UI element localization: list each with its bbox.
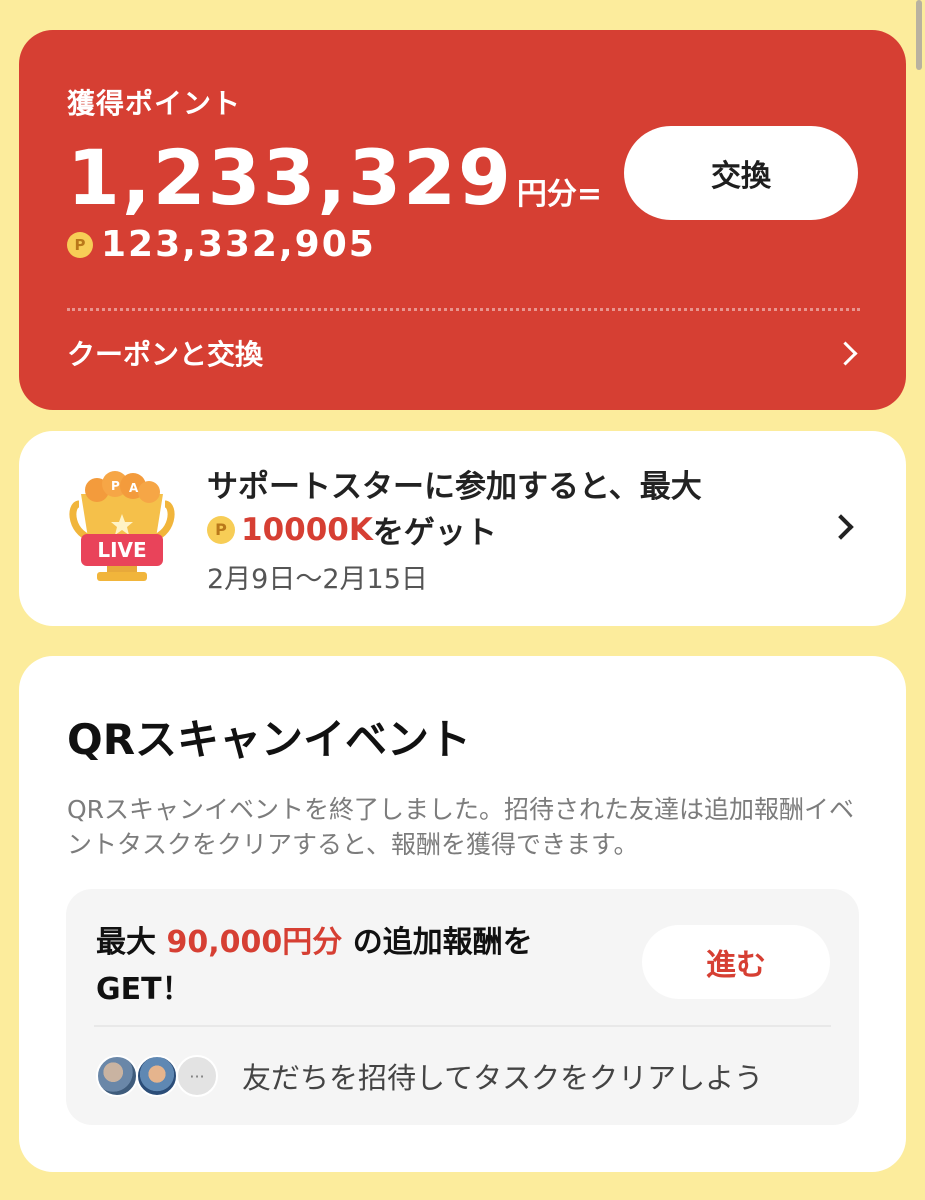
live-event-date: 2月9日〜2月15日	[207, 564, 428, 595]
qr-event-description: QRスキャンイベントを終了しました。招待された友達は追加報酬イベントタスクをクリ…	[67, 795, 855, 859]
dotted-divider	[67, 308, 860, 311]
invite-text: 友だちを招待してタスクをクリアしよう	[242, 1061, 764, 1095]
points-title: 獲得ポイント	[67, 87, 242, 120]
invite-friends-row[interactable]: ··· 友だちを招待してタスクをクリアしよう	[96, 1055, 763, 1097]
point-coin-icon: P	[67, 231, 93, 258]
reward-amount: 90,000円分	[166, 925, 343, 960]
points-yen-unit: 円分=	[516, 177, 603, 212]
points-card: 獲得ポイント 1,233,329 円分= P 123,332,905 交換 クー…	[19, 30, 906, 410]
reward-suffix: の追加報酬を	[352, 925, 533, 960]
qr-event-card: QRスキャンイベント QRスキャンイベントを終了しました。招待された友達は追加報…	[19, 656, 906, 1172]
go-button[interactable]: 進む	[642, 925, 830, 999]
chevron-right-icon	[833, 340, 858, 366]
avatar	[136, 1055, 178, 1097]
live-badge: LIVE	[97, 538, 146, 562]
reward-prefix: 最大	[96, 925, 156, 960]
trophy-live-icon: P A LIVE	[69, 471, 175, 581]
coupon-exchange-label: クーポンと交換	[67, 338, 264, 371]
points-yen-value: 1,233,329	[67, 133, 513, 222]
svg-text:P: P	[111, 479, 120, 493]
reward-text: 最大 90,000円分 の追加報酬を GET！	[96, 919, 596, 1013]
points-balance-value: 123,332,905	[101, 224, 376, 265]
point-coin-icon: P	[207, 515, 235, 544]
qr-event-title: QRスキャンイベント	[67, 715, 472, 764]
points-balance: P 123,332,905	[67, 224, 376, 265]
reward-line2: GET！	[96, 972, 192, 1007]
scrollbar[interactable]	[916, 0, 922, 70]
live-reward-suffix: をゲット	[372, 515, 497, 551]
live-reward-amount: 10000K	[241, 511, 373, 548]
coupon-exchange-row[interactable]: クーポンと交換	[67, 330, 860, 376]
chevron-right-icon	[828, 514, 854, 540]
points-amount: 1,233,329 円分=	[67, 133, 602, 223]
divider	[94, 1025, 831, 1027]
live-event-headline: サポートスターに参加すると、最大	[207, 469, 702, 505]
exchange-button[interactable]: 交換	[624, 126, 858, 220]
reward-box: 最大 90,000円分 の追加報酬を GET！ 進む ··· 友だちを招待してタ…	[66, 889, 859, 1125]
svg-text:A: A	[129, 481, 139, 495]
avatar	[96, 1055, 138, 1097]
more-avatars-icon: ···	[176, 1055, 218, 1097]
live-event-card[interactable]: P A LIVE サポートスターに参加すると、最大 P 10000K をゲット …	[19, 431, 906, 626]
live-event-reward: P 10000K をゲット	[207, 507, 497, 552]
